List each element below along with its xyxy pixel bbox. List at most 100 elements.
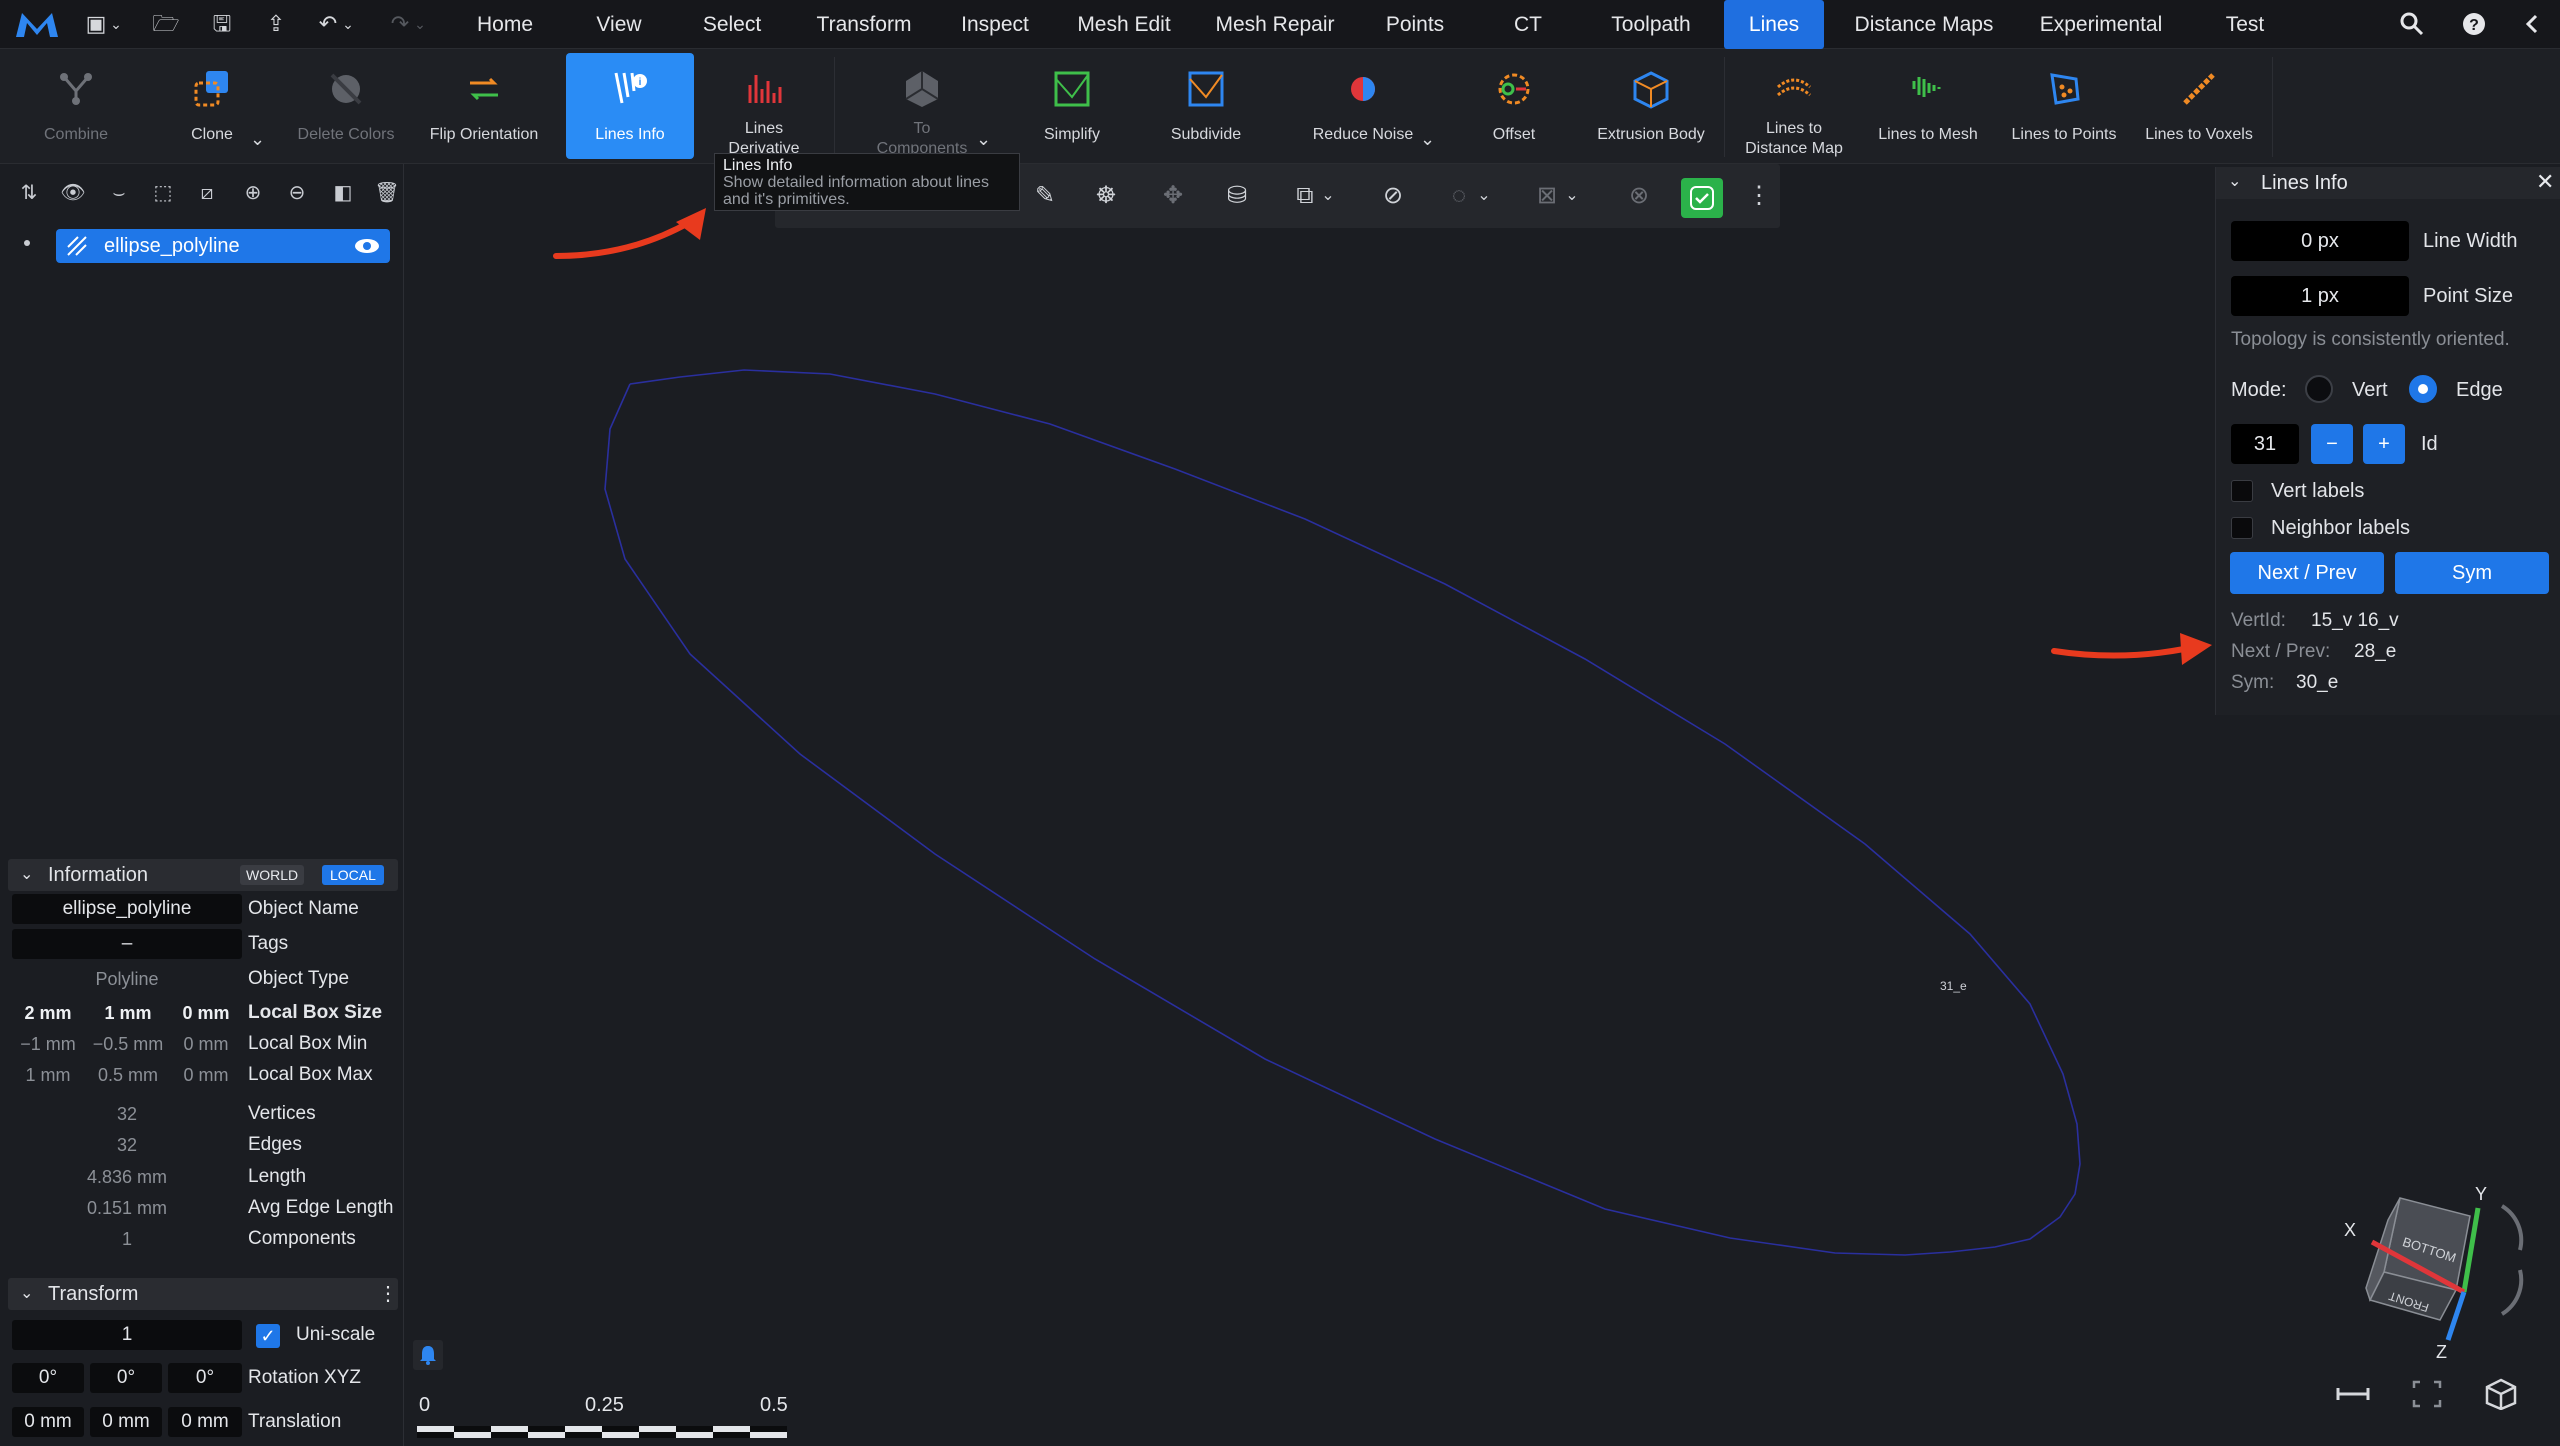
trash-icon[interactable]: 🗑	[374, 180, 400, 206]
lasso-icon[interactable]: ◌	[1443, 180, 1475, 212]
edit-shape-icon[interactable]: ✎	[1029, 180, 1061, 212]
disabled-icon[interactable]: ⊗	[1623, 180, 1655, 212]
view-cube[interactable]: BOTTOM FRONT	[2365, 1197, 2471, 1321]
move-3d-icon[interactable]: ✥	[1157, 180, 1189, 212]
tags-field[interactable]: –	[12, 929, 242, 959]
world-toggle[interactable]: WORLD	[240, 865, 305, 885]
chevron-down-icon[interactable]: ⌄	[412, 10, 428, 38]
tab-mesh-edit[interactable]: Mesh Edit	[1068, 0, 1180, 49]
simplify-button[interactable]: Simplify	[1016, 53, 1128, 159]
more-vertical-icon[interactable]: ⋮	[378, 1278, 398, 1310]
tab-mesh-repair[interactable]: Mesh Repair	[1210, 0, 1340, 49]
clone-button[interactable]: Clone	[170, 53, 254, 159]
new-file-icon[interactable]: ▣	[82, 10, 110, 38]
measure-icon[interactable]	[2336, 1382, 2370, 1406]
fit-view-icon[interactable]	[2410, 1378, 2444, 1410]
flip-orientation-button[interactable]: Flip Orientation	[418, 53, 550, 159]
open-folder-icon[interactable]: 🗁	[152, 10, 180, 38]
chevron-down-icon[interactable]: ⌄	[1563, 180, 1581, 212]
search-icon[interactable]	[2398, 10, 2426, 38]
group-icon[interactable]: ◧	[330, 180, 356, 206]
translation-y-field[interactable]: 0 mm	[90, 1407, 162, 1437]
deselect-icon[interactable]: ⧄	[194, 180, 220, 206]
extrusion-body-button[interactable]: Extrusion Body	[1586, 53, 1716, 159]
tab-view[interactable]: View	[582, 0, 656, 49]
combine-button[interactable]: Combine	[32, 53, 120, 159]
3d-viewport[interactable]: 31_e 0 0.25 0.5	[405, 164, 2215, 1446]
translation-x-field[interactable]: 0 mm	[12, 1407, 84, 1437]
export-icon[interactable]: ⇪	[262, 10, 290, 38]
local-toggle[interactable]: LOCAL	[322, 865, 384, 885]
close-icon[interactable]: ✕	[2536, 169, 2554, 195]
sym-button[interactable]: Sym	[2395, 552, 2549, 594]
lines-to-mesh-button[interactable]: Lines to Mesh	[1868, 53, 1988, 159]
id-increment-button[interactable]: +	[2363, 424, 2405, 464]
scene-item-ellipse-polyline[interactable]: ellipse_polyline	[56, 229, 390, 263]
reduce-noise-button[interactable]: Reduce Noise	[1300, 53, 1426, 159]
chevron-down-icon[interactable]: ⌄	[1475, 180, 1493, 212]
delete-colors-button[interactable]: Delete Colors	[286, 53, 406, 159]
vert-labels-checkbox[interactable]	[2231, 480, 2253, 502]
steering-icon[interactable]: ☸	[1090, 180, 1122, 212]
tab-distance-maps[interactable]: Distance Maps	[1844, 0, 2004, 49]
rotate-cw-icon[interactable]	[2500, 1204, 2524, 1251]
tab-transform[interactable]: Transform	[806, 0, 922, 49]
tab-test[interactable]: Test	[2210, 0, 2280, 49]
tab-experimental[interactable]: Experimental	[2026, 0, 2176, 49]
neighbor-labels-checkbox[interactable]	[2231, 517, 2253, 539]
mode-vert-radio[interactable]	[2305, 375, 2333, 403]
sort-icon[interactable]: ⇅	[16, 180, 42, 206]
mode-edge-radio[interactable]	[2409, 375, 2437, 403]
eye-icon[interactable]: 👁	[60, 180, 86, 206]
transform-header[interactable]: ⌄ Transform ⋮	[8, 1278, 398, 1310]
paint-bucket-icon[interactable]: ⛁	[1221, 180, 1253, 212]
undo-icon[interactable]: ↶	[314, 10, 342, 38]
help-icon[interactable]: ?	[2460, 10, 2488, 38]
translation-z-field[interactable]: 0 mm	[168, 1407, 242, 1437]
to-components-button[interactable]: To Components	[852, 53, 992, 159]
lines-derivative-button[interactable]: Lines Derivative	[704, 53, 824, 159]
tab-inspect[interactable]: Inspect	[952, 0, 1038, 49]
move-down-icon[interactable]: ⊖	[284, 180, 310, 206]
select-all-icon[interactable]: ⬚	[150, 180, 176, 206]
point-size-field[interactable]: 1 px	[2231, 276, 2409, 316]
visibility-eye-icon[interactable]	[354, 236, 380, 256]
chevron-down-icon[interactable]: ⌄	[1420, 129, 1435, 150]
chevron-down-icon[interactable]: ⌄	[976, 129, 991, 150]
lines-to-points-button[interactable]: Lines to Points	[2000, 53, 2128, 159]
move-up-icon[interactable]: ⊕	[240, 180, 266, 206]
tab-ct[interactable]: CT	[1498, 0, 1558, 49]
tab-home[interactable]: Home	[462, 0, 548, 49]
object-name-field[interactable]: ellipse_polyline	[12, 894, 242, 924]
chevron-down-icon[interactable]: ⌄	[250, 129, 265, 150]
tab-points[interactable]: Points	[1372, 0, 1458, 49]
chevron-down-icon[interactable]: ⌄	[340, 10, 356, 38]
box-select-icon[interactable]: ⊠	[1531, 180, 1563, 212]
rotation-y-field[interactable]: 0°	[90, 1363, 162, 1393]
save-icon[interactable]: 🖫	[208, 10, 236, 38]
chevron-down-icon[interactable]: ⌄	[108, 10, 124, 38]
tab-toolpath[interactable]: Toolpath	[1596, 0, 1706, 49]
rotation-x-field[interactable]: 0°	[12, 1363, 84, 1393]
app-logo[interactable]	[14, 9, 60, 41]
tab-lines[interactable]: Lines	[1724, 0, 1824, 49]
notification-bell-icon[interactable]	[413, 1340, 443, 1370]
subdivide-button[interactable]: Subdivide	[1150, 53, 1262, 159]
cube-view-icon[interactable]	[2484, 1378, 2518, 1410]
redo-icon[interactable]: ↷	[386, 10, 414, 38]
offset-button[interactable]: Offset	[1460, 53, 1568, 159]
id-decrement-button[interactable]: −	[2311, 424, 2353, 464]
collapse-chevron-icon[interactable]	[2520, 10, 2544, 38]
lines-to-distance-map-button[interactable]: Lines to Distance Map	[1732, 53, 1856, 159]
lines-to-voxels-button[interactable]: Lines to Voxels	[2136, 53, 2262, 159]
hide-icon[interactable]: ⊘	[1377, 180, 1409, 212]
information-header[interactable]: ⌄ Information WORLD LOCAL	[8, 859, 398, 891]
next-prev-button[interactable]: Next / Prev	[2230, 552, 2384, 594]
uniscale-checkbox[interactable]: ✓	[256, 1324, 280, 1348]
tab-select[interactable]: Select	[692, 0, 772, 49]
scale-field[interactable]: 1	[12, 1320, 242, 1350]
copy-icon[interactable]: ⧉	[1289, 180, 1321, 212]
confirm-toggle-button[interactable]	[1681, 178, 1723, 218]
more-vertical-icon[interactable]: ⋮	[1747, 180, 1771, 212]
chevron-down-icon[interactable]: ⌄	[2228, 171, 2241, 191]
